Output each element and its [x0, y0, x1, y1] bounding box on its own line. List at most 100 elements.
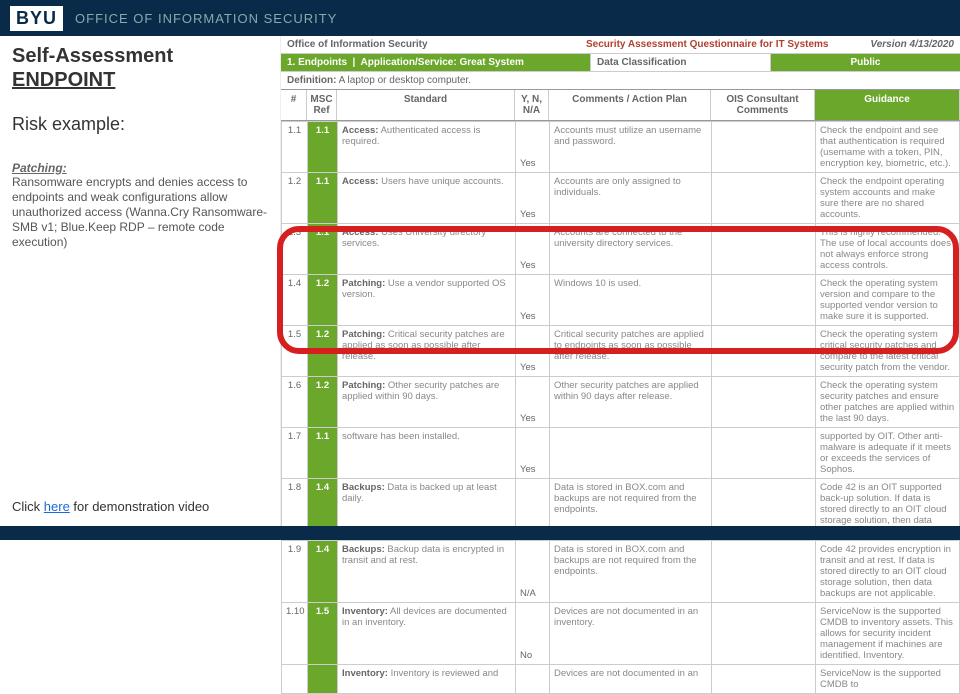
- cell-num: 1.4: [282, 275, 308, 326]
- risk-heading: Risk example:: [12, 114, 268, 135]
- patch-body: Ransomware encrypts and denies access to…: [12, 175, 268, 250]
- cell-std: Patching: Other security patches are app…: [338, 377, 516, 428]
- patch-block: Patching: Ransomware encrypts and denies…: [12, 161, 268, 250]
- cell-ois: [712, 665, 816, 694]
- table-row: 1.101.5Inventory: All devices are docume…: [282, 603, 960, 665]
- table-row: 1.71.1software has been installed.Yessup…: [282, 428, 960, 479]
- data-table: 1.11.1Access: Authenticated access is re…: [281, 121, 960, 694]
- cell-guid: Check the operating system security patc…: [816, 377, 960, 428]
- hdr-office: Office of Information Security: [281, 36, 580, 53]
- cell-msc: [308, 665, 338, 694]
- video-pre: Click: [12, 499, 44, 514]
- cell-num: 1.1: [282, 122, 308, 173]
- cell-com: Accounts are connected to the university…: [550, 224, 712, 275]
- col-msc: MSC Ref: [307, 90, 337, 120]
- cell-num: 1.7: [282, 428, 308, 479]
- cell-std: Patching: Use a vendor supported OS vers…: [338, 275, 516, 326]
- row2-public: Public: [771, 54, 960, 71]
- cell-yn: N/A: [516, 541, 550, 603]
- table-row: 1.41.2Patching: Use a vendor supported O…: [282, 275, 960, 326]
- cell-com: Devices are not documented in an invento…: [550, 603, 712, 665]
- table-row: 1.91.4Backups: Backup data is encrypted …: [282, 541, 960, 603]
- cell-guid: This is highly recommended. The use of l…: [816, 224, 960, 275]
- hdr-title: Security Assessment Questionnaire for IT…: [580, 36, 840, 53]
- cell-msc: 1.2: [308, 275, 338, 326]
- table-row: 1.51.2Patching: Critical security patche…: [282, 326, 960, 377]
- cell-std: Patching: Critical security patches are …: [338, 326, 516, 377]
- footer-bar: [0, 526, 960, 540]
- cell-ois: [712, 173, 816, 224]
- cell-ois: [712, 603, 816, 665]
- col-yn: Y, N, N/A: [515, 90, 549, 120]
- spreadsheet-panel: Office of Information Security Security …: [280, 36, 960, 526]
- cell-msc: 1.1: [308, 173, 338, 224]
- cell-msc: 1.1: [308, 224, 338, 275]
- patch-label: Patching:: [12, 161, 67, 175]
- col-guid: Guidance: [815, 90, 960, 120]
- sheet-header: Office of Information Security Security …: [281, 36, 960, 53]
- cell-com: Accounts are only assigned to individual…: [550, 173, 712, 224]
- cell-guid: Code 42 provides encryption in transit a…: [816, 541, 960, 603]
- cell-com: Other security patches are applied withi…: [550, 377, 712, 428]
- cell-yn: Yes: [516, 377, 550, 428]
- col-num: #: [281, 90, 307, 120]
- cell-yn: No: [516, 603, 550, 665]
- cell-std: Inventory: Inventory is reviewed and: [338, 665, 516, 694]
- cell-guid: Check the endpoint operating system acco…: [816, 173, 960, 224]
- cell-com: Devices are not documented in an: [550, 665, 712, 694]
- cell-guid: ServiceNow is the supported CMDB to inve…: [816, 603, 960, 665]
- cell-yn: [516, 665, 550, 694]
- cell-yn: Yes: [516, 173, 550, 224]
- cell-std: Access: Users have unique accounts.: [338, 173, 516, 224]
- cell-std: Backups: Backup data is encrypted in tra…: [338, 541, 516, 603]
- cell-msc: 1.1: [308, 122, 338, 173]
- cell-yn: Yes: [516, 326, 550, 377]
- cell-yn: Yes: [516, 428, 550, 479]
- defn-text: A laptop or desktop computer.: [336, 75, 471, 86]
- definition-row: Definition: A laptop or desktop computer…: [281, 72, 960, 90]
- column-headers: # MSC Ref Standard Y, N, N/A Comments / …: [281, 90, 960, 121]
- top-bar: BYU OFFICE OF INFORMATION SECURITY: [0, 0, 960, 36]
- cell-guid: Check the operating system critical secu…: [816, 326, 960, 377]
- cell-yn: Yes: [516, 122, 550, 173]
- cell-guid: supported by OIT. Other anti-malware is …: [816, 428, 960, 479]
- cell-guid: Check the endpoint and see that authenti…: [816, 122, 960, 173]
- table-row: 1.11.1Access: Authenticated access is re…: [282, 122, 960, 173]
- main-area: Self-Assessment ENDPOINT Risk example: P…: [0, 36, 960, 526]
- cell-num: 1.5: [282, 326, 308, 377]
- col-ois: OIS Consultant Comments: [711, 90, 815, 120]
- cell-ois: [712, 122, 816, 173]
- hdr-version: Version 4/13/2020: [840, 36, 960, 53]
- cell-num: 1.9: [282, 541, 308, 603]
- cell-ois: [712, 377, 816, 428]
- defn-label: Definition:: [287, 75, 336, 86]
- cell-yn: Yes: [516, 224, 550, 275]
- cell-num: [282, 665, 308, 694]
- table-row: 1.21.1Access: Users have unique accounts…: [282, 173, 960, 224]
- col-std: Standard: [337, 90, 515, 120]
- cell-std: Access: Uses University directory servic…: [338, 224, 516, 275]
- cell-yn: Yes: [516, 275, 550, 326]
- cell-num: 1.2: [282, 173, 308, 224]
- video-link[interactable]: here: [44, 499, 70, 514]
- cell-guid: Check the operating system version and c…: [816, 275, 960, 326]
- cell-num: 1.6: [282, 377, 308, 428]
- cell-com: Critical security patches are applied to…: [550, 326, 712, 377]
- table-row: 1.61.2Patching: Other security patches a…: [282, 377, 960, 428]
- cell-ois: [712, 326, 816, 377]
- cell-ois: [712, 541, 816, 603]
- cell-num: 1.10: [282, 603, 308, 665]
- cell-com: Accounts must utilize an username and pa…: [550, 122, 712, 173]
- cell-ois: [712, 224, 816, 275]
- cell-com: Windows 10 is used.: [550, 275, 712, 326]
- left-panel: Self-Assessment ENDPOINT Risk example: P…: [0, 36, 280, 526]
- page-title: Self-Assessment ENDPOINT: [12, 44, 268, 92]
- title-line1: Self-Assessment: [12, 45, 173, 67]
- sheet-row2: 1. Endpoints | Application/Service: Grea…: [281, 53, 960, 72]
- cell-std: software has been installed.: [338, 428, 516, 479]
- cell-std: Access: Authenticated access is required…: [338, 122, 516, 173]
- cell-msc: 1.2: [308, 377, 338, 428]
- title-line2: ENDPOINT: [12, 69, 115, 91]
- byu-logo: BYU: [10, 6, 63, 31]
- cell-guid: ServiceNow is the supported CMDB to: [816, 665, 960, 694]
